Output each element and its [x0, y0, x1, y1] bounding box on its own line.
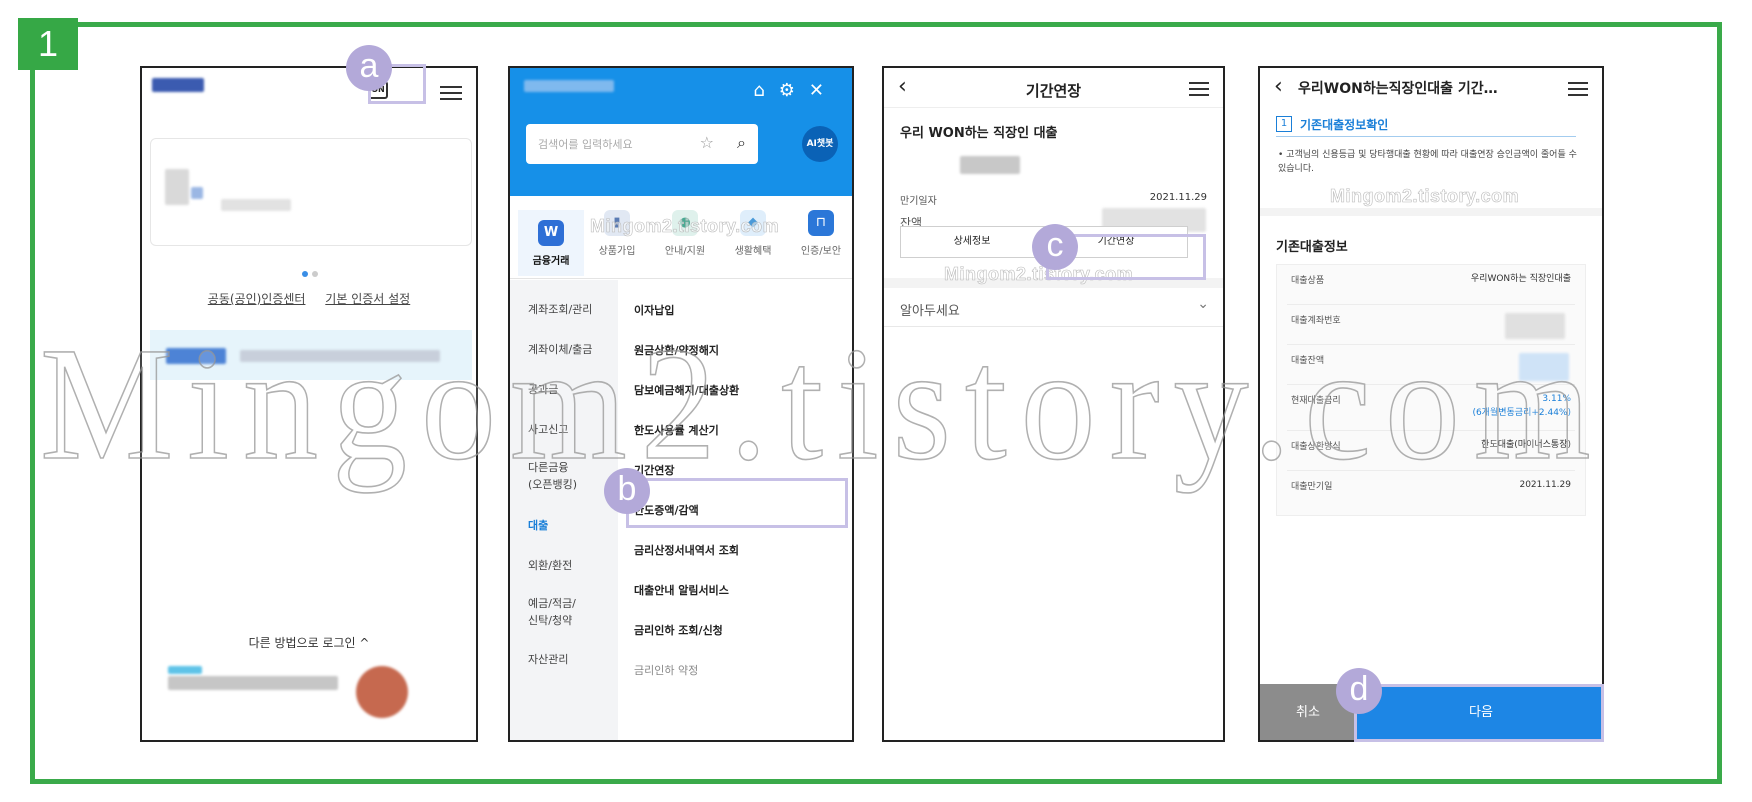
table-row: 대출만기일 2021.11.29	[1291, 480, 1571, 492]
menu-item[interactable]: 대출안내 알림서비스	[634, 582, 729, 598]
section-number: 1	[1276, 116, 1292, 132]
blurred-title	[524, 80, 614, 92]
marker-c: c	[1032, 224, 1078, 270]
step-badge: 1	[18, 18, 78, 70]
notice-text: • 고객님의 신용등급 및 당타행대출 현황에 따라 대출연장 승인금액이 줄어…	[1278, 150, 1577, 175]
menu-item[interactable]: 원금상환/약정해지	[634, 342, 719, 358]
left-menu-item[interactable]: 다른금융 (오픈뱅킹)	[528, 460, 577, 493]
notice-header[interactable]: 알아두세요	[900, 300, 960, 319]
left-menu-item[interactable]: 계좌이체/출금	[528, 342, 592, 359]
category-finance[interactable]: W 금융거래	[518, 210, 584, 276]
left-menu-item[interactable]: 외환/환전	[528, 558, 572, 575]
avatar	[356, 666, 408, 718]
menu-header: ⌂⚙✕ 검색어를 입력하세요 ☆ ⌕ AI챗봇	[510, 68, 852, 196]
divider	[884, 326, 1223, 327]
screen-extension: ‹ 기간연장 우리 WON하는 직장인 대출 만기일자 2021.11.29 잔…	[882, 66, 1225, 742]
product-icon: ▮	[604, 210, 630, 236]
hamburger-icon[interactable]	[440, 82, 462, 104]
page-title: 우리WON하는직장인대출 기간…	[1298, 81, 1498, 97]
default-cert-link[interactable]: 기본 인증서 설정	[325, 292, 410, 306]
next-button[interactable]: 다음	[1356, 684, 1602, 740]
top-bar: ‹ 기간연장	[884, 68, 1223, 108]
category-benefits[interactable]: ◆ 생활혜택	[720, 210, 786, 257]
loan-info-table: 대출상품 우리WON하는 직장인대출 대출계좌번호 대출잔액 현재대출금리 3.1…	[1276, 264, 1586, 516]
left-menu-item[interactable]: 공과금	[528, 382, 558, 399]
close-icon[interactable]: ✕	[809, 80, 838, 101]
divider	[1276, 136, 1576, 137]
left-menu-item[interactable]: 계좌조회/관리	[528, 302, 592, 319]
table-row: 대출잔액	[1287, 345, 1575, 385]
blurred-text	[168, 676, 338, 690]
gift-icon: ◆	[740, 210, 766, 236]
category-security[interactable]: ⊓ 인증/보안	[788, 210, 852, 257]
won-icon: W	[538, 220, 564, 246]
divider	[1260, 208, 1602, 216]
left-menu-item[interactable]: 사고신고	[528, 422, 568, 439]
login-banner[interactable]	[150, 330, 472, 380]
left-menu: 계좌조회/관리 계좌이체/출금 공과금 사고신고 다른금융 (오픈뱅킹) 대출 …	[510, 280, 618, 740]
hamburger-icon[interactable]	[1568, 78, 1588, 100]
due-value: 2021.11.29	[1149, 192, 1207, 203]
section-title: 기존대출정보확인	[1300, 118, 1389, 132]
back-icon[interactable]: ‹	[1274, 74, 1283, 99]
table-row: 현재대출금리 3.11% (6개월변동금리+2.44%)	[1287, 385, 1575, 431]
chevron-down-icon[interactable]: ⌄	[1197, 296, 1209, 312]
support-icon: ●	[672, 210, 698, 236]
menu-item[interactable]: 한도사용률 계산기	[634, 422, 719, 438]
table-row: 대출상환방식 한도대출(마이너스통장)	[1287, 431, 1575, 471]
info-heading: 기존대출정보	[1276, 240, 1348, 255]
product-name: 우리 WON하는 직장인 대출	[900, 126, 1058, 141]
menu-item[interactable]: 금리인하 조회/신청	[634, 622, 723, 638]
menu-item[interactable]: 금리인하 약정	[634, 662, 698, 678]
other-login-link[interactable]: 다른 방법으로 로그인 ^	[142, 634, 476, 651]
cert-links: 공동(공인)인증센터 기본 인증서 설정	[142, 290, 476, 307]
marker-b: b	[604, 468, 650, 514]
page-title: 기간연장	[1025, 82, 1082, 100]
due-label: 만기일자	[900, 196, 937, 207]
left-menu-item[interactable]: 자산관리	[528, 652, 568, 669]
divider	[510, 278, 852, 279]
left-menu-item[interactable]: 예금/적금/ 신탁/청약	[528, 596, 576, 629]
search-icon[interactable]: ⌕	[737, 133, 746, 153]
login-card	[150, 138, 472, 246]
lock-icon: ⊓	[808, 210, 834, 236]
home-icon[interactable]: ⌂	[753, 80, 778, 101]
gear-icon[interactable]: ⚙	[779, 80, 809, 101]
cert-center-link[interactable]: 공동(공인)인증센터	[208, 292, 306, 306]
divider	[884, 278, 1223, 288]
category-support[interactable]: ● 안내/지원	[652, 210, 718, 257]
table-row: 대출상품 우리WON하는 직장인대출	[1287, 265, 1575, 305]
ai-chat-button[interactable]: AI챗봇	[802, 126, 838, 162]
screen-loan-info: ‹ 우리WON하는직장인대출 기간… 1 기존대출정보확인 • 고객님의 신용등…	[1258, 66, 1604, 742]
table-row: 대출계좌번호	[1287, 305, 1575, 345]
blurred-account	[960, 156, 1020, 174]
menu-item[interactable]: 이자납입	[634, 302, 674, 318]
category-bar: W 금융거래 ▮ 상품가입 ● 안내/지원 ◆ 생활혜택 ⊓ 인증/보안	[510, 198, 852, 276]
blurred-logo	[152, 78, 204, 92]
marker-a: a	[346, 45, 392, 91]
screen-menu: ⌂⚙✕ 검색어를 입력하세요 ☆ ⌕ AI챗봇 W 금융거래 ▮ 상품가입 ● …	[508, 66, 854, 742]
detail-button[interactable]: 상세정보	[900, 226, 1044, 258]
menu-item[interactable]: 금리산정서내역서 조회	[634, 542, 739, 558]
watermark-small: Mingom2.tistory.com	[1330, 186, 1520, 207]
menu-item[interactable]: 담보예금해지/대출상환	[634, 382, 739, 398]
hamburger-icon[interactable]	[1189, 78, 1209, 100]
marker-d: d	[1336, 668, 1382, 714]
carousel-dots[interactable]	[300, 262, 320, 281]
screen-login: ON 공동(공인)인증센터 기본 인증서 설정 다른 방법으로 로그인 ^	[140, 66, 478, 742]
star-icon[interactable]: ☆	[700, 133, 714, 152]
left-menu-item-loan[interactable]: 대출	[528, 518, 548, 535]
category-products[interactable]: ▮ 상품가입	[584, 210, 650, 257]
blurred-text	[168, 666, 202, 674]
search-input[interactable]: 검색어를 입력하세요 ☆ ⌕	[526, 124, 758, 164]
